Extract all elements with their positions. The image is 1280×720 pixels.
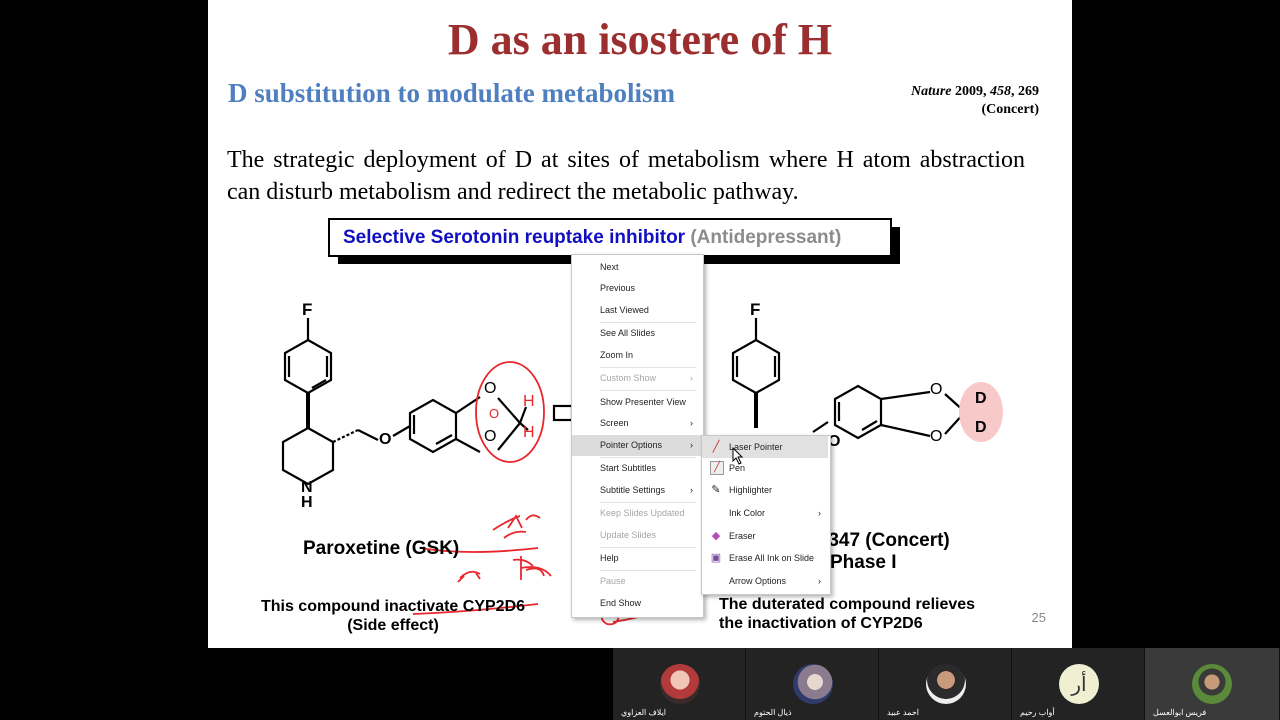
menu-item-previous[interactable]: Previous [572, 278, 701, 299]
avatar [1192, 664, 1232, 704]
left-atom-f: F [302, 300, 313, 319]
menu-item-subtitle-settings[interactable]: Subtitle Settings › [572, 480, 701, 501]
right-atom-d1: D [975, 390, 987, 407]
left-atom-o-bottom: O [484, 428, 497, 445]
participant-name: احمد عبيد [887, 708, 920, 717]
right-atom-o-bottom: O [930, 428, 943, 445]
chevron-right-icon: › [818, 508, 821, 518]
menu-item-zoom-in[interactable]: Zoom In [572, 345, 701, 366]
pointer-options-submenu: ╱ Laser Pointer ╱ Pen ✎ Highlighter Ink … [701, 435, 831, 595]
participant-name: فريس ابوالعسل [1153, 708, 1207, 717]
right-note: The duterated compound relieves the inac… [719, 595, 975, 633]
participant-tile[interactable]: أر أواب رحيم [1012, 648, 1145, 720]
avatar [660, 664, 700, 704]
right-note-line2: the inactivation of CYP2D6 [719, 615, 923, 632]
chevron-right-icon: › [690, 373, 693, 383]
menu-label: Help [600, 553, 619, 563]
participant-tile[interactable]: ايلاف العزاوي [613, 648, 746, 720]
participant-tile-active[interactable]: فريس ابوالعسل [1145, 648, 1280, 720]
left-note-line1: This compound inactivate CYP2D6 [260, 598, 526, 615]
menu-item-pause[interactable]: Pause [572, 571, 701, 592]
left-atom-h: H [301, 494, 313, 511]
submenu-item-eraser[interactable]: ◆ Eraser [702, 525, 828, 547]
menu-label: Pause [600, 576, 626, 586]
menu-item-keep-slides-updated[interactable]: Keep Slides Updated [572, 503, 701, 524]
left-note-line2: (Side effect) [347, 617, 439, 634]
laser-pointer-icon: ╱ [712, 441, 720, 453]
submenu-item-ink-color[interactable]: Ink Color › [702, 502, 828, 524]
menu-label: Custom Show [600, 373, 657, 383]
submenu-item-erase-all[interactable]: ▣ Erase All Ink on Slide [702, 547, 828, 569]
menu-label: Previous [600, 283, 636, 293]
participant-tile[interactable]: احمد عبيد [879, 648, 1012, 720]
right-atom-f: F [750, 300, 761, 319]
menu-item-next[interactable]: Next [572, 257, 701, 278]
menu-item-screen[interactable]: Screen › [572, 413, 701, 434]
left-atom-o-top: O [484, 380, 497, 397]
left-atom-o: O [379, 431, 392, 448]
slideshow-context-menu: Next Previous Last Viewed See All Slides… [571, 254, 704, 618]
pen-icon: ╱ [710, 461, 724, 475]
menu-label: Keep Slides Updated [600, 508, 685, 518]
participant-gallery: ايلاف العزاوي ذيال الحتوم احمد عبيد أر أ… [613, 648, 1280, 720]
submenu-item-pen[interactable]: ╱ Pen [702, 457, 828, 479]
left-atom-h2: H [523, 424, 535, 441]
menu-label: Screen [600, 418, 629, 428]
submenu-label: Arrow Options [729, 576, 787, 586]
right-atom-o-top: O [930, 381, 943, 398]
submenu-item-arrow-options[interactable]: Arrow Options › [702, 570, 828, 592]
right-note-line1: The duterated compound relieves [719, 596, 976, 613]
participant-tile[interactable]: ذيال الحتوم [746, 648, 879, 720]
menu-label: See All Slides [600, 328, 656, 338]
paroxetine-label: Paroxetine (GSK) [303, 538, 460, 559]
chevron-right-icon: › [690, 440, 693, 450]
participant-name: أواب رحيم [1020, 708, 1055, 717]
menu-item-presenter-view[interactable]: Show Presenter View [572, 392, 701, 413]
chevron-right-icon: › [690, 485, 693, 495]
menu-item-help[interactable]: Help [572, 548, 701, 569]
mouse-cursor-icon [732, 447, 744, 465]
menu-label: Start Subtitles [600, 463, 657, 473]
eraser-icon: ◆ [711, 530, 721, 542]
avatar: أر [1059, 664, 1099, 704]
menu-item-end-show[interactable]: End Show [572, 593, 701, 614]
concert-label: -347 (Concert) [822, 530, 950, 551]
chevron-right-icon: › [818, 576, 821, 586]
phase-label: Phase I [830, 552, 897, 573]
menu-label: Pointer Options [600, 440, 663, 450]
menu-separator [600, 390, 696, 391]
menu-item-last-viewed[interactable]: Last Viewed [572, 300, 701, 321]
menu-label: Zoom In [600, 350, 634, 360]
submenu-label: Highlighter [729, 485, 773, 495]
menu-item-see-all-slides[interactable]: See All Slides [572, 323, 701, 344]
menu-label: Subtitle Settings [600, 485, 666, 495]
left-atom-h1: H [523, 393, 535, 410]
submenu-label: Ink Color [729, 508, 766, 518]
page-number: 25 [1031, 610, 1046, 625]
chevron-right-icon: › [690, 418, 693, 428]
participant-name: ذيال الحتوم [754, 708, 792, 717]
menu-item-pointer-options[interactable]: Pointer Options › [572, 435, 701, 456]
avatar [926, 664, 966, 704]
participant-name: ايلاف العزاوي [621, 708, 667, 717]
right-atom-d2: D [975, 419, 987, 436]
menu-item-custom-show[interactable]: Custom Show › [572, 368, 701, 389]
submenu-item-highlighter[interactable]: ✎ Highlighter [702, 479, 828, 501]
menu-item-update-slides[interactable]: Update Slides [572, 525, 701, 546]
submenu-label: Eraser [729, 531, 756, 541]
menu-label: Update Slides [600, 530, 657, 540]
menu-label: Last Viewed [600, 305, 649, 315]
highlighter-icon: ✎ [711, 484, 721, 496]
menu-label: Show Presenter View [600, 397, 686, 407]
avatar [793, 664, 833, 704]
submenu-label: Erase All Ink on Slide [729, 553, 815, 563]
erase-all-icon: ▣ [710, 552, 722, 564]
menu-label: End Show [600, 598, 642, 608]
svg-text:O: O [489, 406, 499, 421]
menu-label: Next [600, 262, 619, 272]
submenu-item-laser-pointer[interactable]: ╱ Laser Pointer [702, 436, 828, 458]
left-note: This compound inactivate CYP2D6 (Side ef… [248, 597, 538, 635]
menu-item-start-subtitles[interactable]: Start Subtitles [572, 458, 701, 479]
